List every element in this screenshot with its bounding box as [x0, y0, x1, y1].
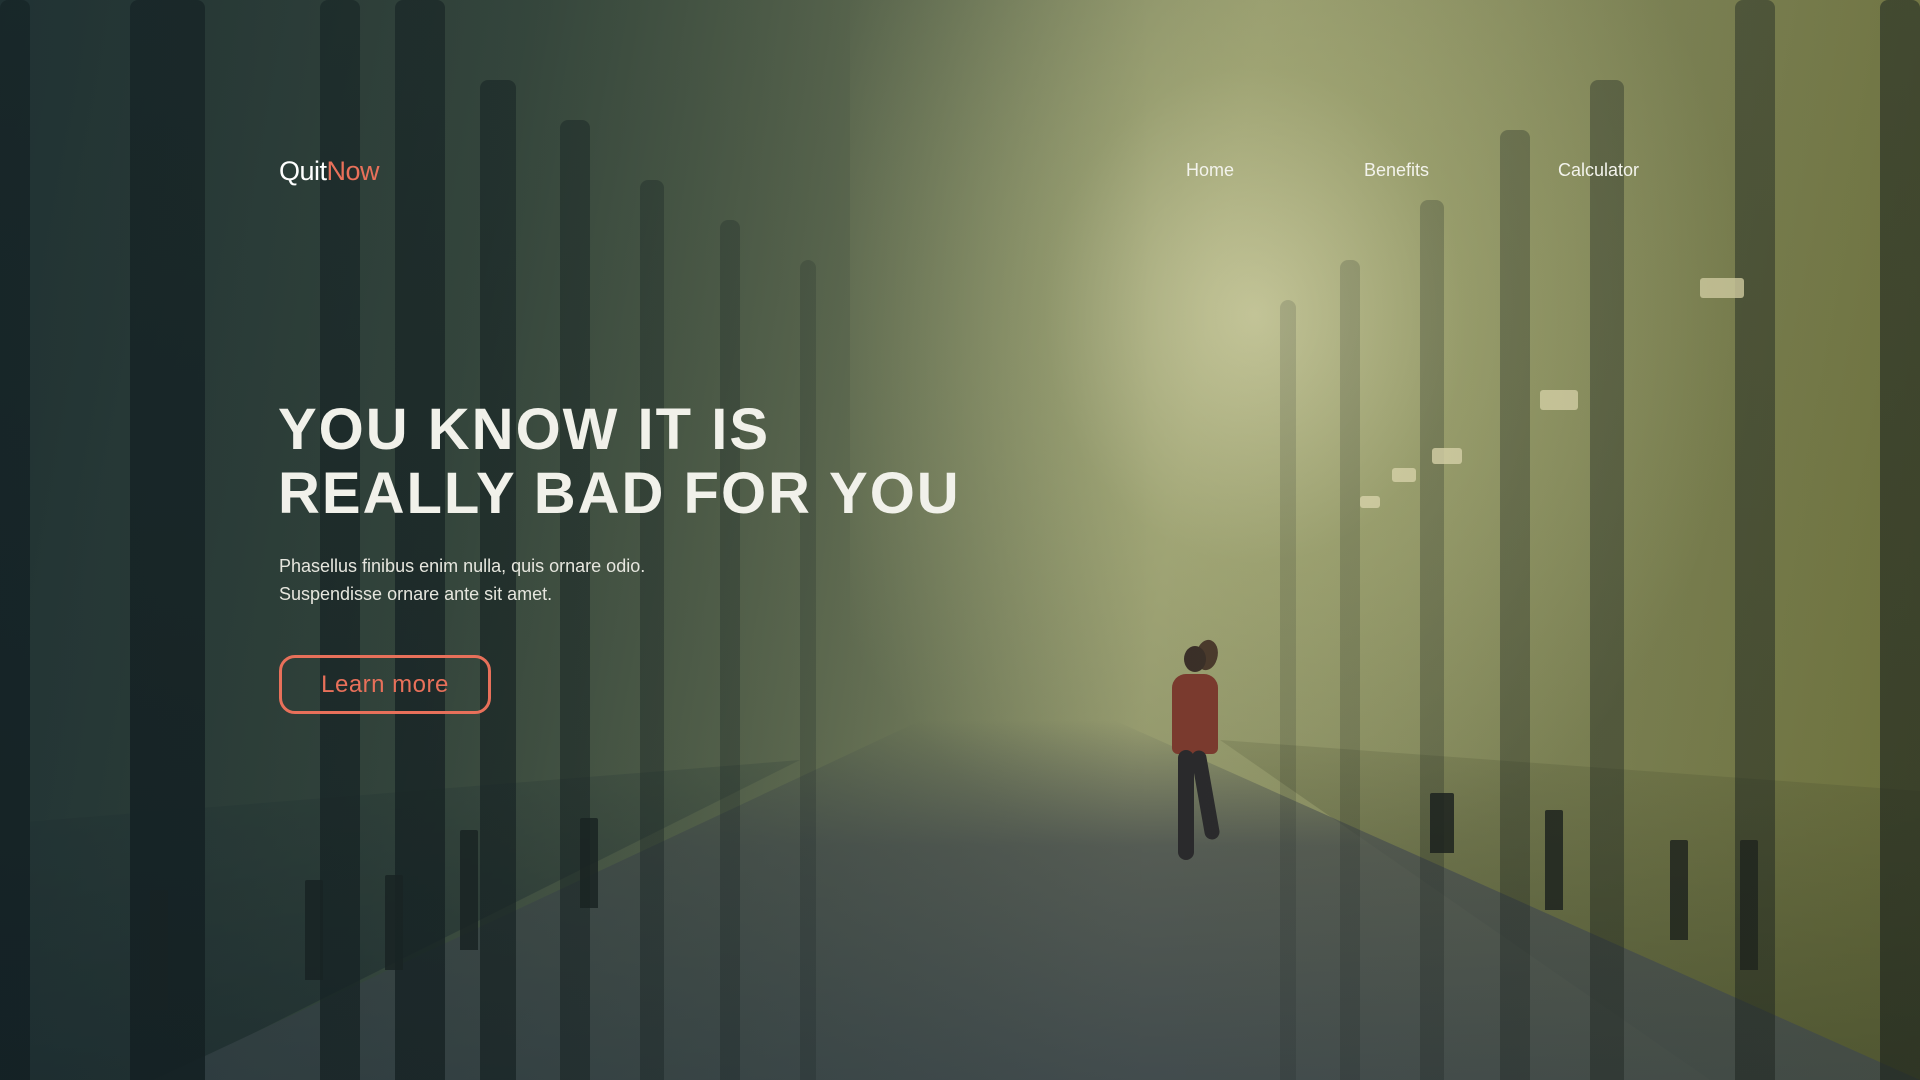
hero-subtitle-line: Suspendisse ornare ante sit amet.: [279, 584, 553, 604]
hero-subtitle: Phasellus finibus enim nulla, quis ornar…: [279, 552, 779, 608]
main-nav: Home Benefits Calculator: [0, 160, 1920, 190]
learn-more-button[interactable]: Learn more: [279, 655, 491, 714]
nav-link-calculator[interactable]: Calculator: [1558, 160, 1639, 181]
hero-subtitle-line: Phasellus finibus enim nulla, quis ornar…: [279, 556, 646, 576]
hero-headline: YOU KNOW IT IS REALLY BAD FOR YOU: [278, 398, 1078, 526]
hero-section: QuitNow Home Benefits Calculator YOU KNO…: [0, 0, 1920, 1080]
hero-headline-line: YOU KNOW IT IS: [278, 397, 770, 462]
nav-link-benefits[interactable]: Benefits: [1364, 160, 1429, 181]
nav-link-home[interactable]: Home: [1186, 160, 1234, 181]
hero-headline-line: REALLY BAD FOR YOU: [278, 461, 961, 526]
